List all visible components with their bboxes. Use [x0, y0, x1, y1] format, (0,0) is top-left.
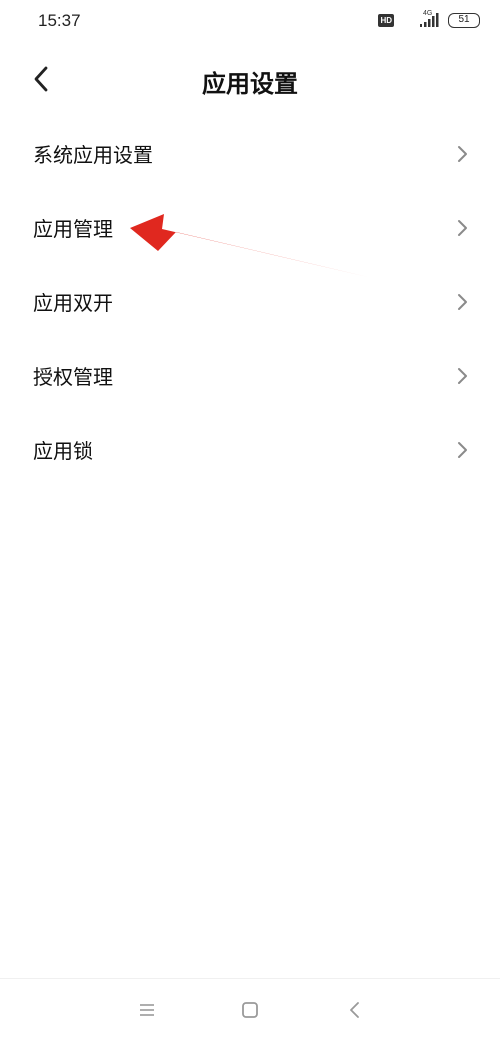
list-item-system-app-settings[interactable]: 系统应用设置: [0, 117, 500, 191]
hd-badge: HD: [378, 13, 394, 27]
bottom-navigation: [0, 978, 500, 1040]
signal-icon: 4G: [400, 10, 442, 28]
item-label: 应用管理: [33, 217, 113, 241]
item-label: 系统应用设置: [33, 143, 153, 167]
chevron-right-icon: [458, 368, 467, 384]
chevron-right-icon: [458, 146, 467, 162]
home-icon[interactable]: [238, 999, 262, 1021]
item-label: 应用锁: [33, 439, 93, 463]
list-item-app-lock[interactable]: 应用锁: [0, 413, 500, 487]
menu-icon[interactable]: [135, 999, 159, 1021]
list-item-app-management[interactable]: 应用管理: [0, 191, 500, 265]
status-icons: HD 4G 51: [378, 10, 480, 28]
chevron-right-icon: [458, 294, 467, 310]
network-type-label: 4G: [423, 10, 433, 17]
title-bar: 应用设置: [0, 50, 500, 110]
chevron-right-icon: [458, 220, 467, 236]
list-item-dual-apps[interactable]: 应用双开: [0, 265, 500, 339]
battery-icon: 51: [448, 12, 480, 28]
list-item-permissions[interactable]: 授权管理: [0, 339, 500, 413]
item-label: 授权管理: [33, 365, 113, 389]
status-time: 15:37: [38, 11, 81, 30]
settings-list: 系统应用设置 应用管理 应用双开 授权管理 应用锁: [0, 117, 500, 487]
item-label: 应用双开: [33, 291, 113, 315]
page-title: 应用设置: [202, 70, 298, 98]
chevron-right-icon: [458, 442, 467, 458]
back-icon[interactable]: [343, 999, 367, 1021]
status-bar: 15:37 HD 4G 51: [0, 0, 500, 44]
